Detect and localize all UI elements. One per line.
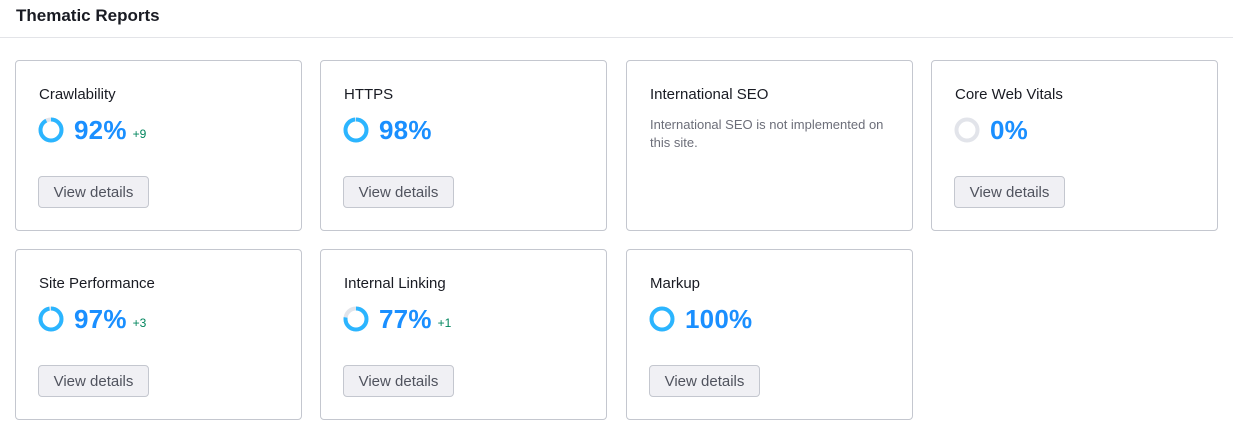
- score-delta: +9: [132, 127, 147, 141]
- progress-ring-icon: [954, 117, 980, 143]
- progress-ring-icon: [343, 117, 369, 143]
- card-title: Internal Linking: [344, 275, 446, 292]
- score-value: 97%: [74, 303, 127, 334]
- score-value: 100%: [685, 303, 753, 334]
- report-card-site-performance: Site Performance 97% +3 View details: [15, 249, 302, 420]
- score-value: 77%: [379, 303, 432, 334]
- view-details-button[interactable]: View details: [954, 176, 1065, 208]
- section-title: Thematic Reports: [16, 6, 160, 25]
- view-details-button[interactable]: View details: [38, 365, 149, 397]
- score-row: 97% +3: [38, 303, 146, 335]
- report-card-https: HTTPS 98% View details: [320, 60, 607, 231]
- score-row: 100%: [649, 303, 758, 335]
- report-card-internal-linking: Internal Linking 77% +1 View details: [320, 249, 607, 420]
- card-title: Core Web Vitals: [955, 86, 1063, 103]
- progress-ring-icon: [649, 306, 675, 332]
- score-row: 0%: [954, 114, 1034, 146]
- report-card-core-web-vitals: Core Web Vitals 0% View details: [931, 60, 1218, 231]
- view-details-button[interactable]: View details: [38, 176, 149, 208]
- view-details-button[interactable]: View details: [343, 365, 454, 397]
- card-title: HTTPS: [344, 86, 394, 103]
- report-card-crawlability: Crawlability 92% +9 View details: [15, 60, 302, 231]
- score-value: 98%: [379, 114, 432, 145]
- view-details-button[interactable]: View details: [343, 176, 454, 208]
- card-title: Site Performance: [39, 275, 155, 292]
- score-row: 92% +9: [38, 114, 146, 146]
- section-header: Thematic Reports: [0, 0, 1233, 38]
- score-value: 92%: [74, 114, 127, 145]
- card-title: Crawlability: [39, 86, 116, 103]
- card-note: International SEO is not implemented on …: [650, 117, 884, 150]
- report-card-international-seo: International SEO International SEO is n…: [626, 60, 913, 231]
- card-title: International SEO: [650, 86, 769, 103]
- progress-ring-icon: [38, 306, 64, 332]
- score-delta: +3: [132, 316, 147, 330]
- score-value: 0%: [990, 114, 1028, 145]
- score-row: 77% +1: [343, 303, 451, 335]
- progress-ring-icon: [343, 306, 369, 332]
- progress-ring-icon: [38, 117, 64, 143]
- report-card-markup: Markup 100% View details: [626, 249, 913, 420]
- score-row: 98%: [343, 114, 438, 146]
- score-delta: +1: [437, 316, 452, 330]
- card-title: Markup: [650, 275, 701, 292]
- view-details-button[interactable]: View details: [649, 365, 760, 397]
